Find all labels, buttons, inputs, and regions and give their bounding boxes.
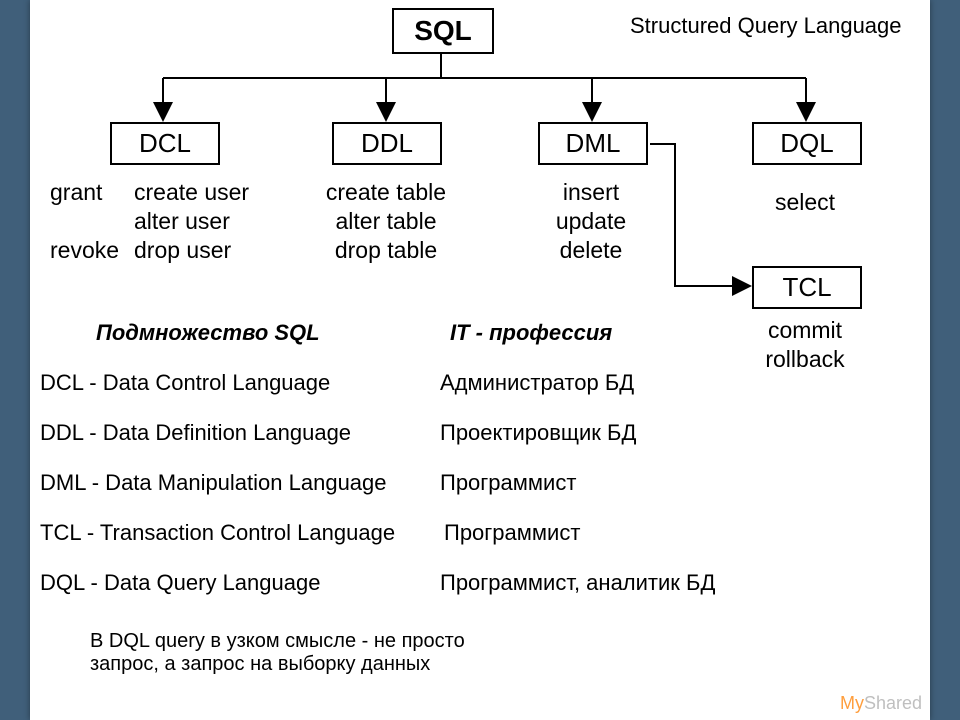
node-dml: DML [538, 122, 648, 165]
dml-cmds: insert update delete [528, 178, 654, 264]
prof-2: Проектировщик БД [440, 420, 636, 446]
prof-3: Программист [440, 470, 576, 496]
node-sql-label: SQL [414, 15, 472, 46]
node-ddl-label: DDL [361, 128, 413, 158]
dcl-cmds-col1: grant revoke [50, 178, 119, 264]
slide-canvas: SQL Structured Query Language DCL DDL DM… [30, 0, 930, 720]
ddl-cmds: create table alter table drop table [306, 178, 466, 264]
tcl-cmds: commit rollback [746, 316, 864, 374]
root-full-name: Structured Query Language [630, 12, 902, 40]
def-tcl: TCL - Transaction Control Language [40, 520, 395, 546]
prof-1: Администратор БД [440, 370, 634, 396]
prof-5: Программист, аналитик БД [440, 570, 715, 596]
watermark-my: My [840, 693, 864, 713]
node-dcl: DCL [110, 122, 220, 165]
node-tcl-label: TCL [782, 272, 831, 302]
def-dml: DML - Data Manipulation Language [40, 470, 387, 496]
watermark: MyShared [840, 693, 922, 714]
node-sql: SQL [392, 8, 494, 54]
node-dql-label: DQL [780, 128, 833, 158]
watermark-shared: Shared [864, 693, 922, 713]
prof-4: Программист [444, 520, 580, 546]
def-ddl: DDL - Data Definition Language [40, 420, 351, 446]
dcl-cmds-col2: create user alter user drop user [134, 178, 249, 264]
dql-cmds: select [746, 188, 864, 217]
node-dml-label: DML [566, 128, 621, 158]
def-dql: DQL - Data Query Language [40, 570, 320, 596]
heading-subset: Подмножество SQL [96, 320, 320, 346]
node-ddl: DDL [332, 122, 442, 165]
node-dcl-label: DCL [139, 128, 191, 158]
def-dcl: DCL - Data Control Language [40, 370, 330, 396]
node-tcl: TCL [752, 266, 862, 309]
heading-profession: IT - профессия [450, 320, 612, 346]
footnote: В DQL query в узком смысле - не просто з… [90, 630, 465, 676]
node-dql: DQL [752, 122, 862, 165]
